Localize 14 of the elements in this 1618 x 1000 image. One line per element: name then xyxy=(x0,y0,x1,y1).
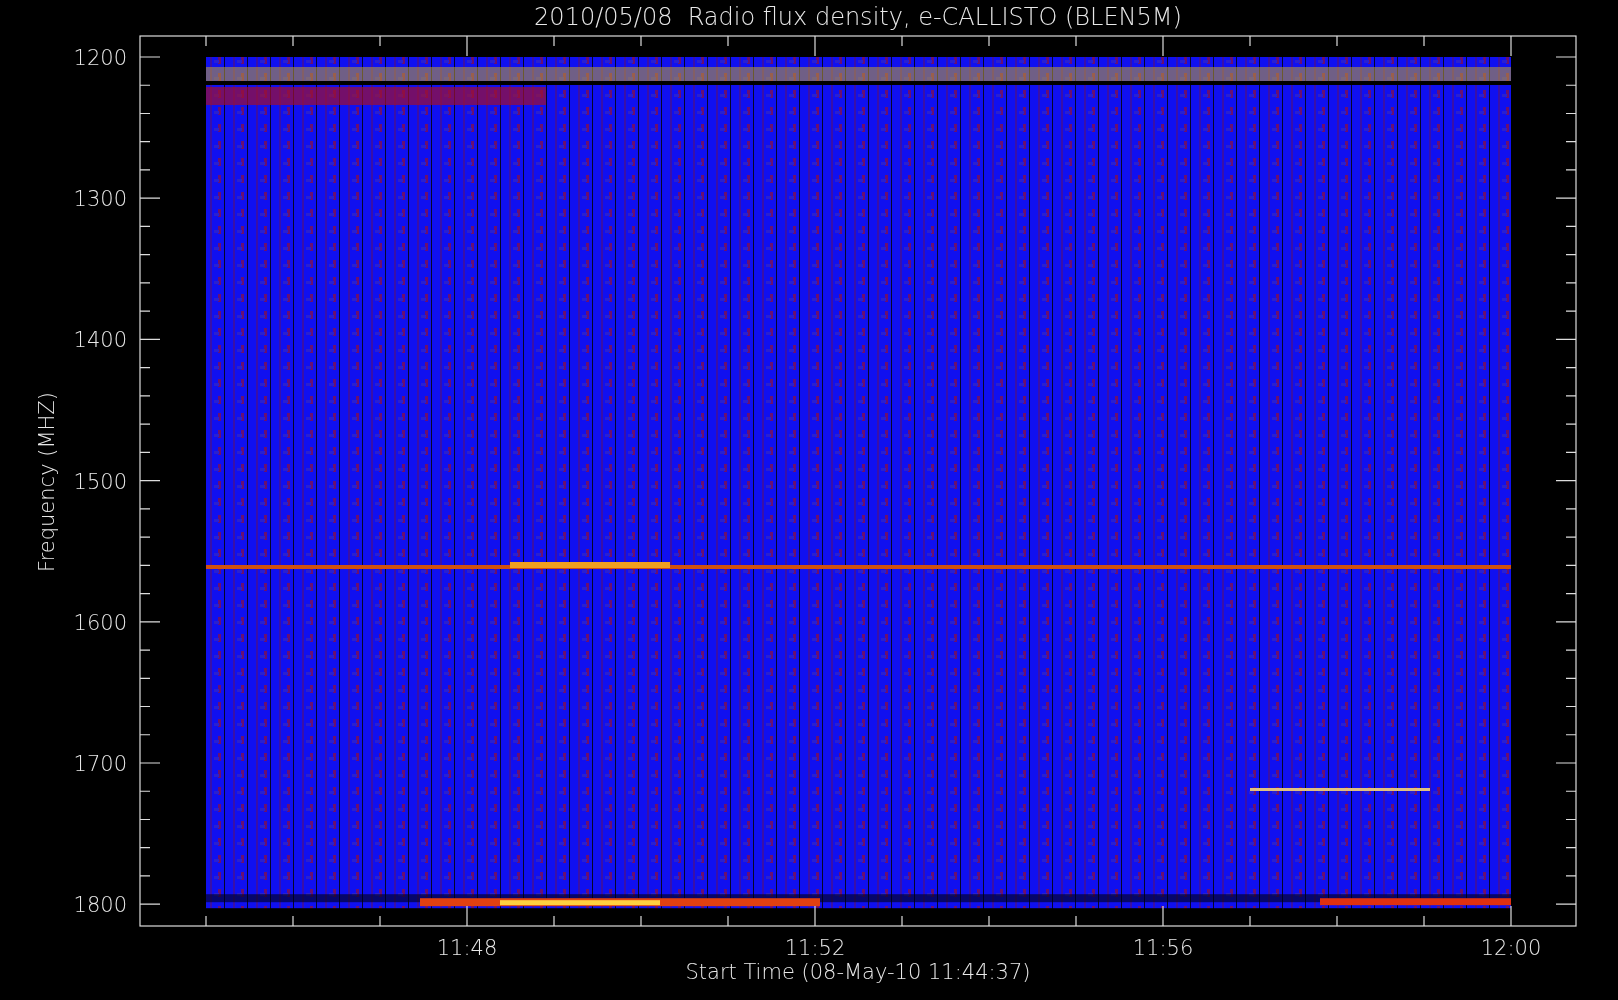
y-axis-label: Frequency (MHZ) xyxy=(35,392,59,572)
x-tick-label: 11:56 xyxy=(1132,936,1194,960)
y-tick-label: 1200 xyxy=(73,46,127,70)
x-tick-label: 12:00 xyxy=(1480,936,1542,960)
x-tick-label: 11:48 xyxy=(436,936,498,960)
x-axis-label: Start Time (08-May-10 11:44:37) xyxy=(685,960,1031,984)
x-tick-label: 11:52 xyxy=(784,936,846,960)
chart-title: 2010/05/08 Radio flux density, e-CALLISTO (BLEN5M) xyxy=(534,3,1182,31)
y-tick-label: 1700 xyxy=(73,752,127,776)
y-tick-label: 1500 xyxy=(73,469,127,494)
y-tick-label: 1400 xyxy=(73,328,127,353)
y-tick-label: 1300 xyxy=(73,187,127,212)
y-tick-label: 1600 xyxy=(73,610,127,635)
y-tick-label: 1800 xyxy=(73,893,127,918)
